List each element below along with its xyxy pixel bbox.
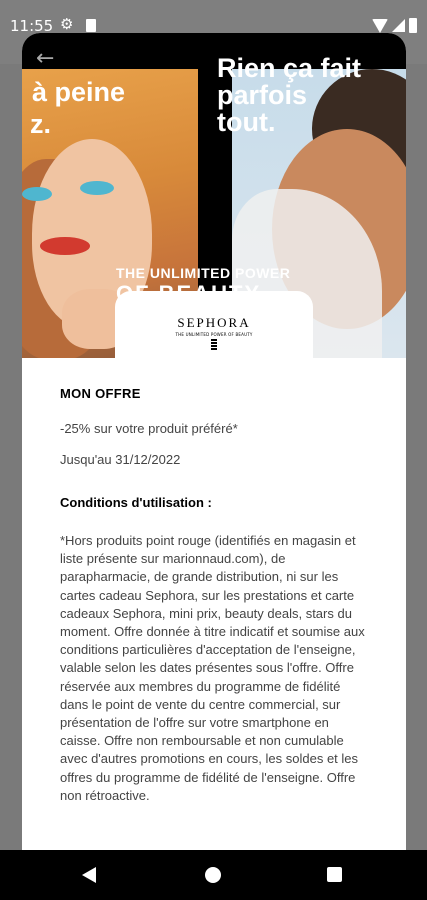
battery-icon	[409, 18, 417, 33]
offer-validity: Jusqu'au 31/12/2022	[60, 452, 181, 467]
hero-tagline: THE UNLIMITED POWER	[116, 265, 291, 281]
conditions-text: *Hors produits point rouge (identifiés e…	[60, 533, 365, 803]
offer-title: MON OFFRE	[60, 386, 141, 401]
hero-left-line2: z.	[30, 109, 52, 139]
brand-logo: SEPHORA	[177, 315, 251, 330]
nav-home-icon[interactable]	[205, 867, 221, 883]
system-nav-bar	[0, 850, 427, 900]
signal-icon	[392, 19, 405, 32]
gear-icon: ⚙	[60, 15, 74, 33]
offer-description: -25% sur votre produit préféré*	[60, 421, 238, 436]
conditions-title: Conditions d'utilisation :	[60, 495, 212, 510]
brand-logo-card: SEPHORA THE UNLIMITED POWER OF BEAUTY	[115, 291, 313, 358]
logo-mark-icon	[211, 339, 217, 350]
wifi-icon	[372, 18, 388, 33]
arrow-left-icon: ←	[36, 46, 55, 71]
status-icons	[372, 18, 417, 33]
hero-right-text: Rien ça fait parfois tout.	[217, 53, 362, 137]
offer-details: MON OFFRE -25% sur votre produit préféré…	[60, 386, 380, 805]
nav-back-icon[interactable]	[82, 867, 96, 883]
brand-logo-subtitle: THE UNLIMITED POWER OF BEAUTY	[175, 332, 253, 337]
hero-left-line1: à peine	[32, 77, 126, 107]
nav-recents-icon[interactable]	[327, 867, 342, 882]
sim-card-icon	[86, 19, 96, 32]
back-button[interactable]: ←	[36, 45, 68, 73]
